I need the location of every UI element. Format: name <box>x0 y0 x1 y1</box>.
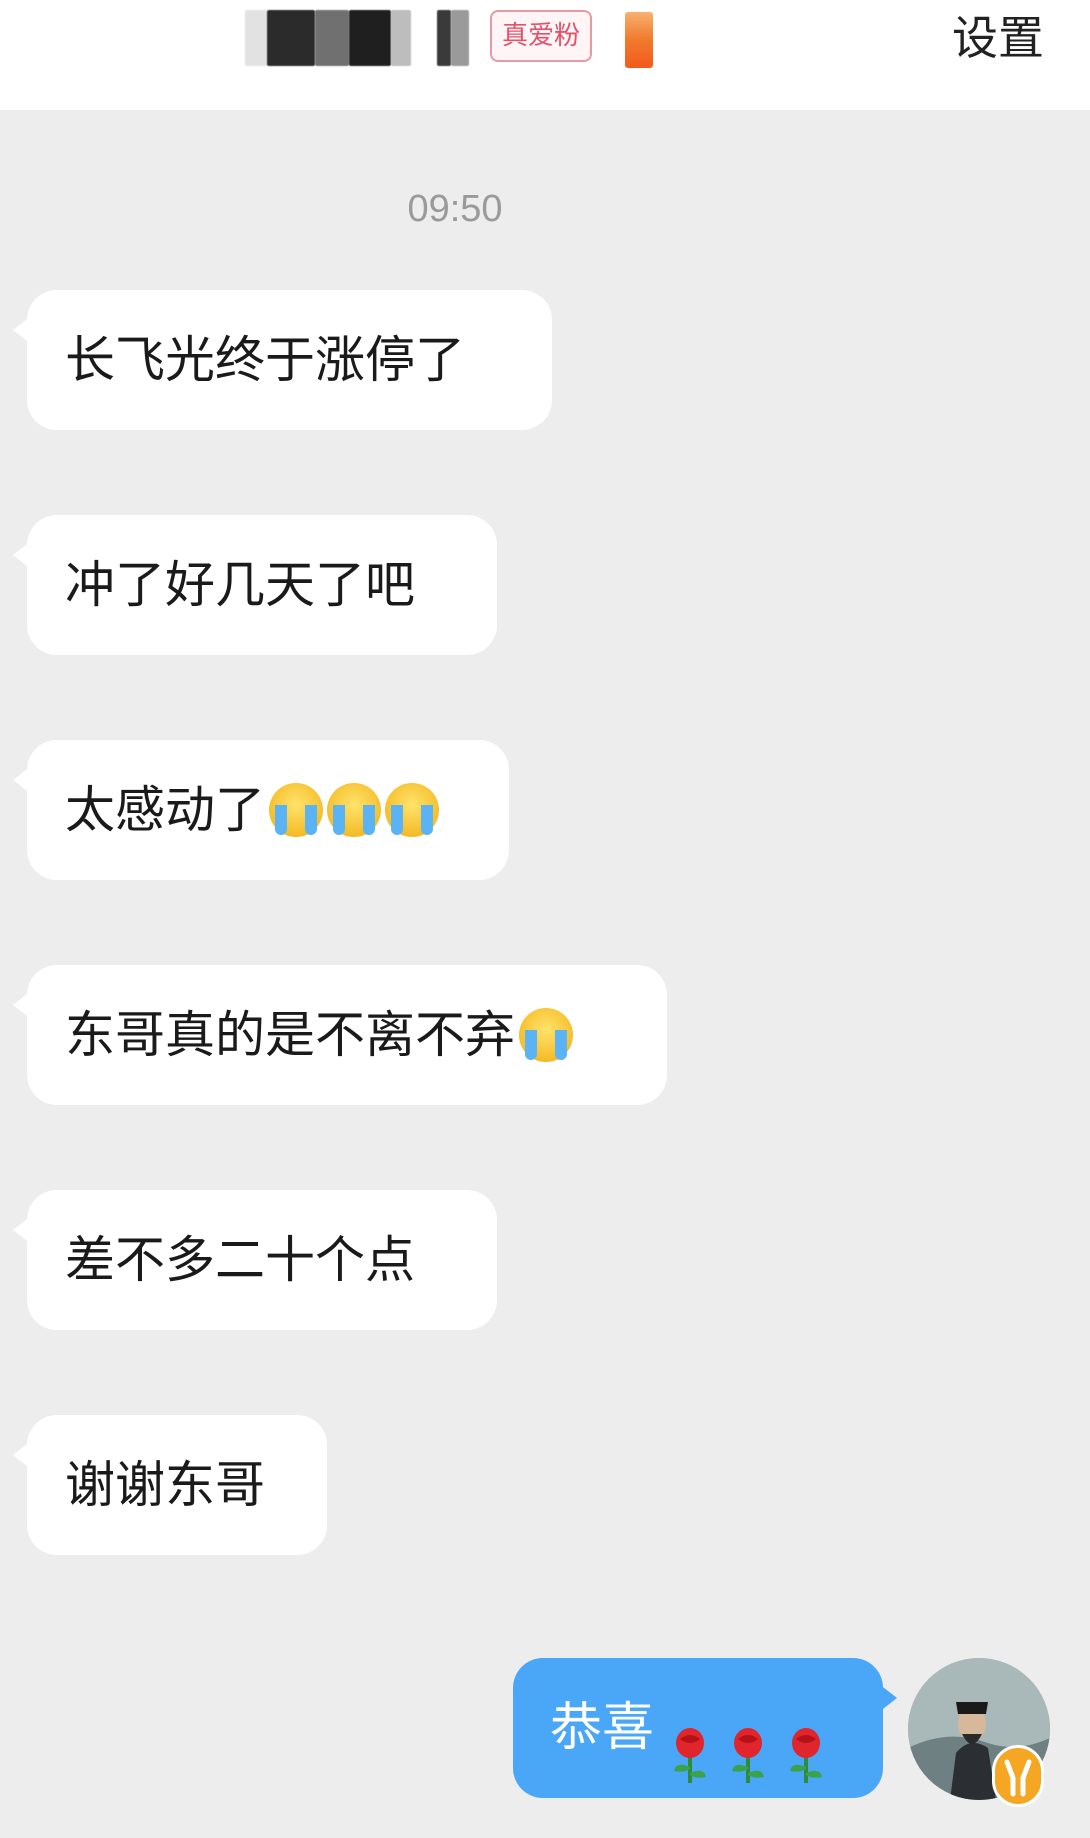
rose-emoji-icon <box>784 1698 828 1783</box>
bubble-tail <box>13 541 31 569</box>
chat-header: 真爱粉 设置 <box>0 0 1090 110</box>
crying-face-emoji-icon <box>269 782 323 837</box>
blurred-block <box>315 10 349 66</box>
true-fan-badge: 真爱粉 <box>490 10 592 62</box>
blurred-block <box>267 10 315 66</box>
fan-level-icon <box>625 12 653 68</box>
crying-face-emoji-icon <box>327 782 381 837</box>
crying-face-emoji-icon <box>385 782 439 837</box>
blurred-block <box>245 10 267 66</box>
bubble-tail <box>13 1441 31 1469</box>
rose-emoji-icon <box>668 1698 712 1783</box>
blurred-block <box>391 10 411 66</box>
message-text: 谢谢东哥 <box>65 1456 265 1514</box>
incoming-message-bubble[interactable]: 东哥真的是不离不弃 <box>13 965 667 1105</box>
user-level-badge-icon <box>992 1745 1044 1807</box>
incoming-message-bubble[interactable]: 差不多二十个点 <box>13 1190 497 1330</box>
blurred-block <box>437 10 451 66</box>
incoming-message-bubble[interactable]: 谢谢东哥 <box>13 1415 327 1555</box>
message-timestamp: 09:50 <box>407 188 503 230</box>
message-text: 恭喜 <box>550 1698 655 1758</box>
message-text: 差不多二十个点 <box>65 1231 415 1289</box>
settings-button[interactable]: 设置 <box>952 8 1044 68</box>
bubble-tail <box>13 991 31 1019</box>
rose-emoji-icon <box>726 1698 770 1783</box>
incoming-message-bubble[interactable]: 长飞光终于涨停了 <box>13 290 552 430</box>
bubble-tail <box>13 766 31 794</box>
blurred-block <box>451 10 469 66</box>
bubble-tail <box>879 1684 897 1712</box>
blurred-block <box>349 10 391 66</box>
message-text: 长飞光终于涨停了 <box>65 331 465 389</box>
outgoing-message-bubble[interactable]: 恭喜 <box>513 1658 897 1798</box>
bubble-tail <box>13 316 31 344</box>
crying-face-emoji-icon <box>519 1007 573 1062</box>
bubble-tail <box>13 1216 31 1244</box>
message-text: 冲了好几天了吧 <box>65 556 415 614</box>
contact-name-blurred: 真爱粉 <box>245 8 725 68</box>
message-text: 东哥真的是不离不弃 <box>65 1006 515 1064</box>
incoming-message-bubble[interactable]: 太感动了 <box>13 740 509 880</box>
message-text: 太感动了 <box>65 781 265 839</box>
incoming-message-bubble[interactable]: 冲了好几天了吧 <box>13 515 497 655</box>
